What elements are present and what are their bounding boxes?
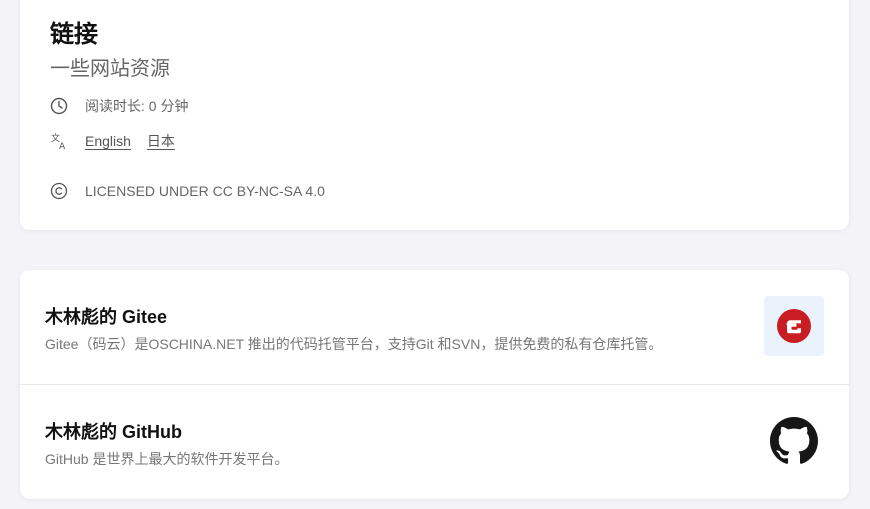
link-item-gitee[interactable]: 木林彪的 Gitee Gitee（码云）是OSCHINA.NET 推出的代码托管… — [20, 270, 849, 384]
reading-time: 阅读时长: 0 分钟 — [85, 98, 189, 114]
copyright-icon — [50, 182, 68, 200]
gitee-logo-icon — [764, 296, 824, 356]
svg-text:A: A — [59, 142, 66, 150]
license-text: LICENSED UNDER CC BY-NC-SA 4.0 — [85, 183, 325, 199]
links-list-card: 木林彪的 Gitee Gitee（码云）是OSCHINA.NET 推出的代码托管… — [20, 270, 849, 499]
link-title: 木林彪的 Gitee — [45, 307, 168, 327]
link-description: GitHub 是世界上最大的软件开发平台。 — [45, 451, 289, 467]
link-description: Gitee（码云）是OSCHINA.NET 推出的代码托管平台，支持Git 和S… — [45, 336, 663, 352]
link-item-github[interactable]: 木林彪的 GitHub GitHub 是世界上最大的软件开发平台。 — [20, 384, 849, 498]
page-title: 链接 — [50, 21, 98, 48]
language-row: 文A English 日本 — [50, 129, 191, 153]
article-header-card: 链接 一些网站资源 阅读时长: 0 分钟 文A English 日本 LICEN… — [20, 0, 849, 230]
reading-time-row: 阅读时长: 0 分钟 — [50, 94, 188, 118]
clock-icon — [50, 97, 68, 115]
github-logo-icon — [764, 411, 824, 471]
link-title: 木林彪的 GitHub — [45, 422, 182, 442]
page-subtitle: 一些网站资源 — [50, 58, 170, 80]
language-link-english[interactable]: English — [85, 133, 131, 149]
translate-icon: 文A — [50, 132, 68, 150]
language-link-japanese[interactable]: 日本 — [147, 131, 175, 151]
license-row: LICENSED UNDER CC BY-NC-SA 4.0 — [50, 179, 325, 203]
